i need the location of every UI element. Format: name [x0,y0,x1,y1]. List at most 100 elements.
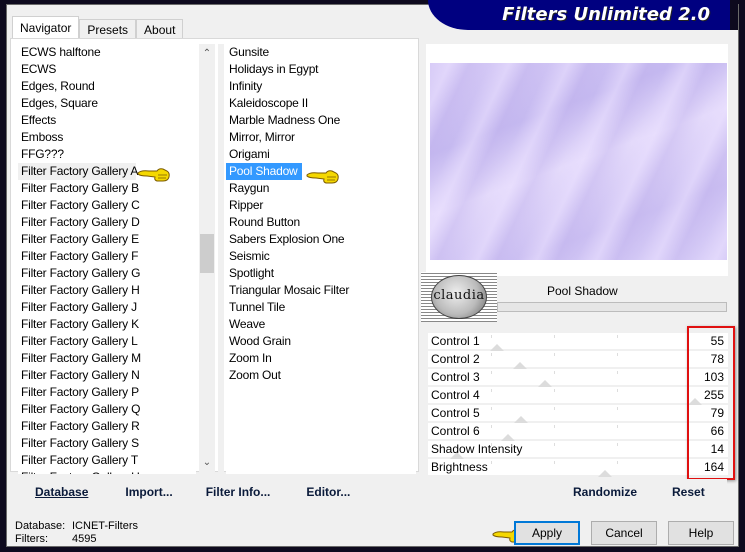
editor-button[interactable]: Editor... [306,485,350,499]
category-item[interactable]: Filter Factory Gallery Q [18,401,196,418]
slider-thumb[interactable] [514,416,529,423]
category-item[interactable]: Filter Factory Gallery T [18,452,196,469]
slider-tick [491,371,492,374]
filter-item[interactable]: Triangular Mosaic Filter [226,282,416,299]
control-slider-row[interactable]: Control 3 103 [428,369,728,387]
control-slider-row[interactable]: Shadow Intensity 14 [428,441,728,459]
import-button[interactable]: Import... [125,485,172,499]
category-item[interactable]: Filter Factory Gallery D [18,214,196,231]
filter-item[interactable]: Wood Grain [226,333,416,350]
cancel-button[interactable]: Cancel [591,521,657,545]
scroll-up-icon[interactable]: ⌃ [199,46,215,62]
category-item[interactable]: Effects [18,112,196,129]
category-item[interactable]: Filter Factory Gallery F [18,248,196,265]
filter-item[interactable]: Mirror, Mirror [226,129,416,146]
category-item[interactable]: ECWS [18,61,196,78]
slider-tick [617,389,618,392]
control-slider-row[interactable]: Control 1 55 [428,333,728,351]
filter-list[interactable]: Gunsite Holidays in Egypt Infinity Kaleidos… [226,44,416,474]
filter-item[interactable]: Pool Shadow [226,163,302,180]
category-item[interactable]: Filter Factory Gallery R [18,418,196,435]
apply-button[interactable]: Apply [514,521,580,545]
preview-image[interactable] [430,63,727,260]
control-label: Control 3 [431,370,480,384]
filter-item[interactable]: Kaleidoscope II [226,95,416,112]
category-item[interactable]: Filter Factory Gallery J [18,299,196,316]
category-item[interactable]: Edges, Round [18,78,196,95]
category-item[interactable]: ECWS halftone [18,44,196,61]
selected-filter-name: Pool Shadow [547,284,618,298]
category-item[interactable]: Filter Factory Gallery M [18,350,196,367]
category-item[interactable]: Filter Factory Gallery E [18,231,196,248]
help-button[interactable]: Help [668,521,734,545]
filter-row: Wood Grain [226,333,416,350]
filter-row: Weave [226,316,416,333]
slider-thumb[interactable] [490,344,505,351]
slider-tick [491,407,492,410]
category-item[interactable]: Filter Factory Gallery C [18,197,196,214]
slider-thumb[interactable] [537,380,552,387]
filter-item[interactable]: Origami [226,146,416,163]
category-scrollbar[interactable]: ⌃ ⌄ [199,44,215,473]
scrollbar-thumb[interactable] [200,234,214,273]
category-item[interactable]: Filter Factory Gallery K [18,316,196,333]
category-item[interactable]: Filter Factory Gallery A [18,163,138,180]
control-slider-row[interactable]: Control 5 79 [428,405,728,423]
control-label: Shadow Intensity [431,442,523,456]
filter-row: Round Button [226,214,416,231]
filter-row: Zoom In [226,350,416,367]
control-slider-row[interactable]: Control 4 255 [428,387,728,405]
slider-tick [491,425,492,428]
category-item[interactable]: Emboss [18,129,196,146]
filter-row: Kaleidoscope II [226,95,416,112]
category-item[interactable]: Filter Factory Gallery G [18,265,196,282]
slider-thumb[interactable] [598,470,613,477]
slider-tick [554,407,555,410]
category-item[interactable]: Filter Factory Gallery L [18,333,196,350]
reset-button[interactable]: Reset [672,485,705,499]
category-item[interactable]: Filter Factory Gallery S [18,435,196,452]
control-label: Brightness [431,460,488,474]
category-item[interactable]: Filter Factory Gallery U [18,469,196,474]
filter-item[interactable]: Round Button [226,214,416,231]
filter-item[interactable]: Marble Madness One [226,112,416,129]
filter-item[interactable]: Spotlight [226,265,416,282]
filter-item[interactable]: Sabers Explosion One [226,231,416,248]
filter-item[interactable]: Holidays in Egypt [226,61,416,78]
control-label: Control 4 [431,388,480,402]
filter-item[interactable]: Zoom Out [226,367,416,384]
tab-navigator[interactable]: Navigator [12,16,80,38]
filter-info-button[interactable]: Filter Info... [206,485,271,499]
claudia-logo-icon: claudia [421,272,497,322]
category-item[interactable]: Filter Factory Gallery P [18,384,196,401]
slider-thumb[interactable] [501,434,516,441]
filter-item[interactable]: Tunnel Tile [226,299,416,316]
slider-tick [617,335,618,338]
randomize-button[interactable]: Randomize [573,485,637,499]
scroll-down-icon[interactable]: ⌄ [199,455,215,471]
filter-row: Mirror, Mirror [226,129,416,146]
filter-item[interactable]: Ripper [226,197,416,214]
slider-thumb[interactable] [513,362,528,369]
database-button[interactable]: Database [35,485,88,499]
category-item[interactable]: FFG??? [18,146,196,163]
category-item[interactable]: Edges, Square [18,95,196,112]
category-item[interactable]: Filter Factory Gallery N [18,367,196,384]
control-slider-row[interactable]: Control 6 66 [428,423,728,441]
filter-row: Infinity [226,78,416,95]
slider-tick [617,371,618,374]
filter-item[interactable]: Gunsite [226,44,416,61]
logo-text: claudia [433,288,485,303]
filter-item[interactable]: Infinity [226,78,416,95]
filter-row: Ripper [226,197,416,214]
slider-tick [617,461,618,464]
filter-item[interactable]: Seismic [226,248,416,265]
filter-item[interactable]: Weave [226,316,416,333]
tab-about[interactable]: About [136,19,184,38]
filter-item[interactable]: Zoom In [226,350,416,367]
control-slider-row[interactable]: Brightness 164 [428,459,728,477]
tab-presets[interactable]: Presets [79,19,137,38]
category-list[interactable]: ECWS halftone ECWS Edges, Round Edges, Squa… [18,44,196,474]
control-slider-row[interactable]: Control 2 78 [428,351,728,369]
category-item[interactable]: Filter Factory Gallery H [18,282,196,299]
